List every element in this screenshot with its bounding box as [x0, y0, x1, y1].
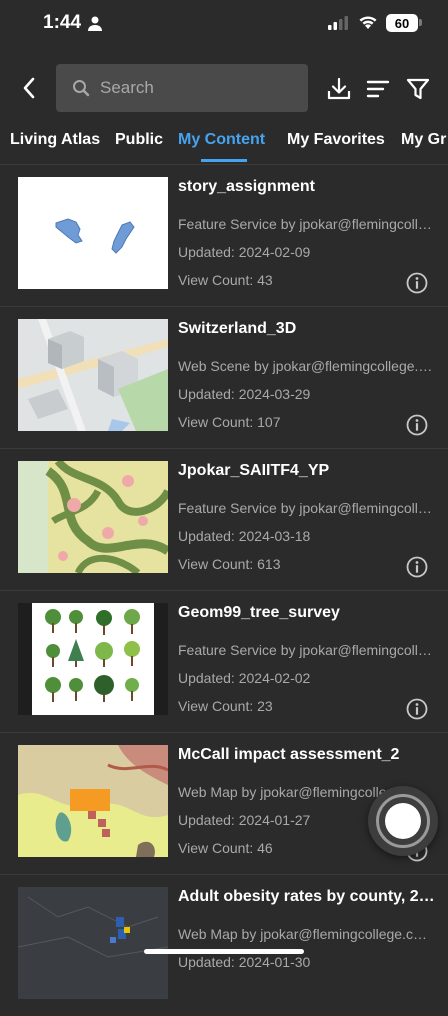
back-chevron-icon[interactable]	[18, 76, 42, 100]
item-description: Feature Service by jpokar@flemingcoll…	[178, 216, 432, 232]
item-title[interactable]: Jpokar_SAIITF4_YP	[178, 462, 440, 480]
info-icon[interactable]	[406, 414, 428, 436]
item-updated: Updated: 2024-02-09	[178, 244, 311, 260]
item-thumbnail	[18, 745, 168, 857]
list-item[interactable]: Switzerland_3D Web Scene by jpokar@flemi…	[0, 306, 448, 449]
item-view-count: View Count: 23	[178, 698, 273, 714]
assistive-touch-ring	[376, 794, 430, 848]
download-icon[interactable]	[326, 76, 352, 102]
list-item[interactable]: Adult obesity rates by county, 2… Web Ma…	[0, 874, 448, 1016]
tab-living-atlas[interactable]: Living Atlas	[10, 131, 100, 149]
item-thumbnail	[18, 461, 168, 573]
item-view-count: View Count: 107	[178, 414, 281, 430]
search-icon	[73, 80, 90, 97]
tab-my-groups[interactable]: My Gr	[401, 131, 446, 149]
sort-icon[interactable]	[366, 76, 392, 102]
tab-my-content[interactable]: My Content	[178, 131, 265, 149]
item-thumbnail	[18, 319, 168, 431]
item-thumbnail	[18, 177, 168, 289]
item-view-count: View Count: 613	[178, 556, 281, 572]
signal-icon	[328, 16, 348, 30]
item-title[interactable]: Adult obesity rates by county, 2…	[178, 888, 440, 906]
item-updated: Updated: 2024-02-02	[178, 670, 311, 686]
search-placeholder: Search	[100, 78, 154, 97]
info-icon[interactable]	[406, 272, 428, 294]
item-title[interactable]: Geom99_tree_survey	[178, 604, 440, 622]
item-updated: Updated: 2024-03-29	[178, 386, 311, 402]
wifi-icon	[359, 16, 377, 29]
item-thumbnail	[18, 603, 168, 715]
item-description: Feature Service by jpokar@flemingcoll…	[178, 642, 432, 658]
item-title[interactable]: Switzerland_3D	[178, 320, 440, 338]
item-description: Feature Service by jpokar@flemingcoll…	[178, 500, 432, 516]
assistive-touch-button[interactable]	[368, 786, 438, 856]
item-description: Web Map by jpokar@flemingcollege.c…	[178, 926, 427, 942]
search-input[interactable]: Search	[56, 64, 308, 112]
info-icon[interactable]	[406, 556, 428, 578]
battery-tip	[419, 19, 422, 26]
home-indicator[interactable]	[144, 949, 304, 954]
item-description: Web Scene by jpokar@flemingcollege.…	[178, 358, 433, 374]
item-title[interactable]: McCall impact assessment_2	[178, 746, 440, 764]
status-bar: 1:44 60	[0, 0, 448, 50]
tab-bar: Living Atlas Public My Content My Favori…	[0, 126, 448, 165]
item-view-count: View Count: 43	[178, 272, 273, 288]
list-item[interactable]: Geom99_tree_survey Feature Service by jp…	[0, 590, 448, 733]
active-tab-indicator	[201, 159, 247, 162]
item-updated: Updated: 2024-01-30	[178, 954, 311, 970]
filter-icon[interactable]	[405, 76, 431, 102]
info-icon[interactable]	[406, 698, 428, 720]
item-thumbnail	[18, 887, 168, 999]
person-icon	[88, 16, 102, 31]
top-toolbar: Search	[0, 62, 448, 114]
item-updated: Updated: 2024-03-18	[178, 528, 311, 544]
list-item[interactable]: story_assignment Feature Service by jpok…	[0, 164, 448, 307]
list-item[interactable]: Jpokar_SAIITF4_YP Feature Service by jpo…	[0, 448, 448, 591]
tab-my-favorites[interactable]: My Favorites	[287, 131, 385, 149]
item-title[interactable]: story_assignment	[178, 178, 440, 196]
tab-public[interactable]: Public	[115, 131, 163, 149]
clock: 1:44	[43, 12, 82, 33]
battery-indicator: 60	[386, 14, 418, 32]
assistive-touch-dot	[385, 803, 421, 839]
